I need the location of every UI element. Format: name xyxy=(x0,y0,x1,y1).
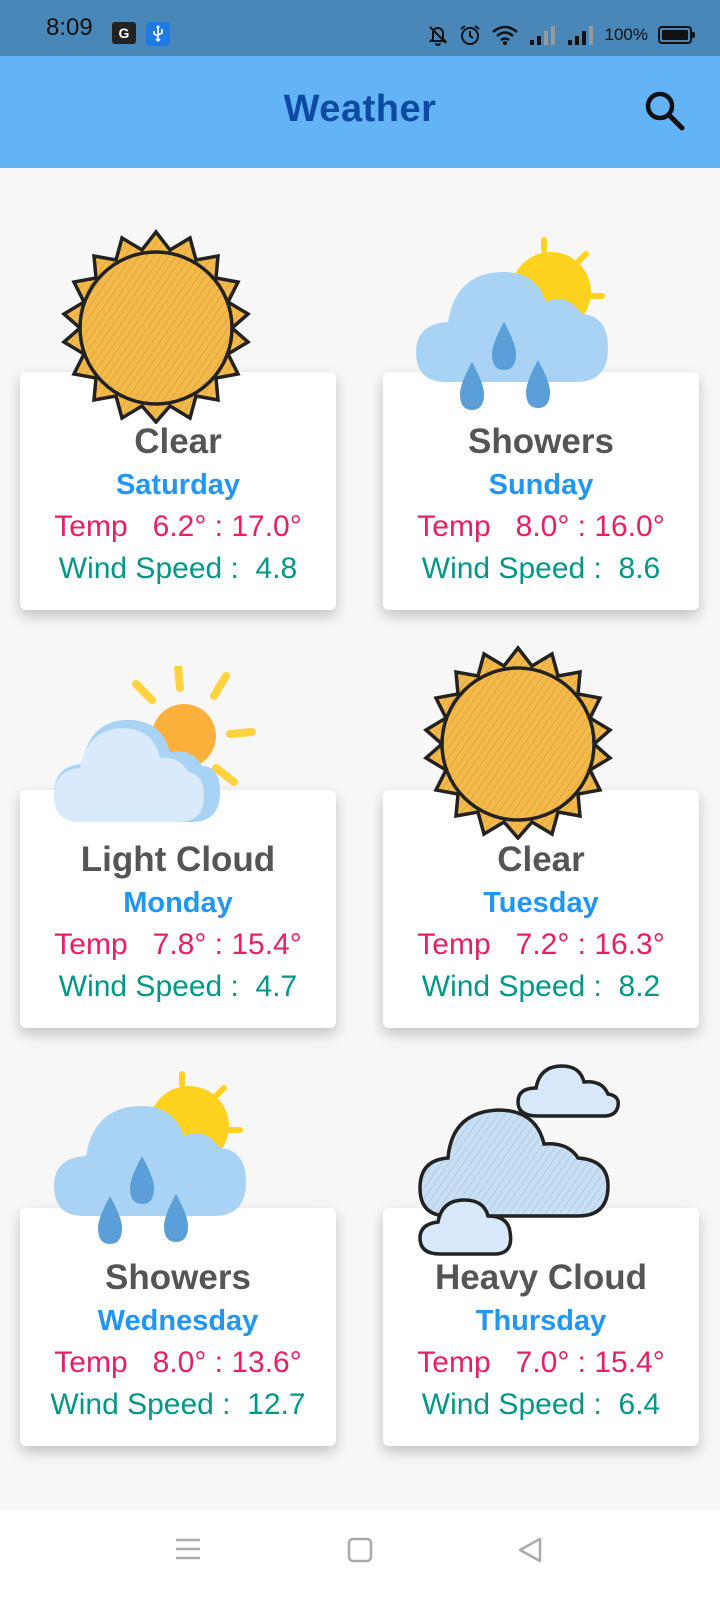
wind-speed: 12.7 xyxy=(247,1388,306,1421)
sun-icon xyxy=(61,229,251,424)
temp-row: Temp 7.0° : 15.4° xyxy=(383,1346,699,1380)
temp-row: Temp 7.8° : 15.4° xyxy=(20,928,336,962)
forecast-card-monday[interactable]: Light Cloud Monday Temp 7.8° : 15.4° Win… xyxy=(20,790,336,1028)
alarm-icon xyxy=(459,25,480,45)
temp-row: Temp 8.0° : 16.0° xyxy=(383,510,699,544)
temp-label: Temp xyxy=(54,510,128,543)
wind-label: Wind Speed : xyxy=(50,1388,231,1421)
nav-bar xyxy=(0,1510,720,1600)
status-right: 100% xyxy=(427,20,695,50)
wind-row: Wind Speed : 6.4 xyxy=(383,1388,699,1422)
day-label: Tuesday xyxy=(483,887,599,919)
temp-range: 7.0° : 15.4° xyxy=(515,1346,665,1379)
signal-icon-2 xyxy=(567,26,593,45)
menu-icon[interactable] xyxy=(174,1536,202,1562)
wind-label: Wind Speed : xyxy=(58,970,239,1003)
wind-label: Wind Speed : xyxy=(58,552,239,585)
temp-range: 6.2° : 17.0° xyxy=(152,510,302,543)
condition-label: Clear xyxy=(134,422,222,461)
temp-label: Temp xyxy=(417,510,491,543)
app-bar: Weather xyxy=(0,56,720,168)
back-triangle-icon[interactable] xyxy=(516,1536,544,1564)
status-time: 8:09 xyxy=(46,14,93,41)
temp-label: Temp xyxy=(417,1346,491,1379)
day-label: Wednesday xyxy=(97,1305,259,1337)
showers-icon xyxy=(416,237,608,410)
temp-row: Temp 8.0° : 13.6° xyxy=(20,1346,336,1380)
wind-label: Wind Speed : xyxy=(421,1388,602,1421)
wind-label: Wind Speed : xyxy=(421,552,602,585)
heavy-cloud-icon xyxy=(418,1064,621,1256)
condition-label: Showers xyxy=(468,422,614,461)
wind-row: Wind Speed : 8.2 xyxy=(383,970,699,1004)
translate-icon: G xyxy=(112,22,136,44)
search-button[interactable] xyxy=(640,86,690,136)
condition-label: Clear xyxy=(497,840,585,879)
home-square-icon[interactable] xyxy=(346,1536,374,1564)
day-label: Sunday xyxy=(488,469,594,501)
search-icon xyxy=(645,91,685,131)
signal-icon-1 xyxy=(529,26,555,45)
temp-label: Temp xyxy=(54,928,128,961)
battery-percent: 100% xyxy=(604,25,648,44)
wifi-icon xyxy=(491,25,518,45)
temp-row: Temp 7.2° : 16.3° xyxy=(383,928,699,962)
wind-speed: 8.6 xyxy=(618,552,661,585)
battery-icon xyxy=(658,26,695,44)
wind-label: Wind Speed : xyxy=(421,970,602,1003)
wind-row: Wind Speed : 4.7 xyxy=(20,970,336,1004)
condition-label: Heavy Cloud xyxy=(435,1258,647,1297)
condition-label: Showers xyxy=(105,1258,251,1297)
wind-speed: 4.7 xyxy=(255,970,298,1003)
temp-range: 8.0° : 13.6° xyxy=(152,1346,302,1379)
mute-icon xyxy=(428,26,447,46)
wind-speed: 6.4 xyxy=(618,1388,661,1421)
status-bar: 8:09 G 100% xyxy=(0,0,720,56)
wind-row: Wind Speed : 4.8 xyxy=(20,552,336,586)
wind-row: Wind Speed : 12.7 xyxy=(20,1388,336,1422)
temp-range: 7.8° : 15.4° xyxy=(152,928,302,961)
temp-range: 7.2° : 16.3° xyxy=(515,928,665,961)
day-label: Thursday xyxy=(475,1305,607,1337)
condition-label: Light Cloud xyxy=(80,840,276,879)
sun-icon xyxy=(423,645,613,840)
temp-label: Temp xyxy=(54,1346,128,1379)
showers-icon xyxy=(54,1071,246,1244)
usb-icon xyxy=(146,22,170,46)
temp-range: 8.0° : 16.0° xyxy=(515,510,665,543)
day-label: Saturday xyxy=(115,469,241,501)
temp-row: Temp 6.2° : 17.0° xyxy=(20,510,336,544)
light-cloud-icon xyxy=(54,666,256,822)
page-title: Weather xyxy=(283,88,437,130)
day-label: Monday xyxy=(123,887,233,919)
wind-speed: 8.2 xyxy=(618,970,661,1003)
wind-speed: 4.8 xyxy=(255,552,298,585)
temp-label: Temp xyxy=(417,928,491,961)
wind-row: Wind Speed : 8.6 xyxy=(383,552,699,586)
